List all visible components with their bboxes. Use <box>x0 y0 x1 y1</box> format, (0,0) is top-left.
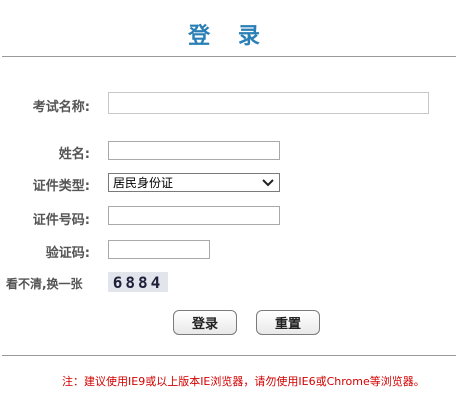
name-input[interactable] <box>108 141 280 160</box>
reset-button[interactable]: 重置 <box>256 310 320 335</box>
login-button[interactable]: 登录 <box>173 310 237 335</box>
bottom-divider <box>2 355 456 356</box>
id-number-label: 证件号码: <box>32 213 90 228</box>
chevron-down-icon <box>262 179 274 187</box>
captcha-image[interactable]: 6884 <box>108 272 168 292</box>
top-divider <box>2 56 456 57</box>
id-type-select[interactable]: 居民身份证 <box>108 173 280 192</box>
exam-name-label: 考试名称: <box>32 100 90 115</box>
exam-name-input[interactable] <box>108 92 429 114</box>
page-title: 登 录 <box>188 24 270 49</box>
browser-note: 注：建议使用IE9或以上版本IE浏览器，请勿使用IE6或Chrome等浏览器。 <box>62 375 425 388</box>
id-number-input[interactable] <box>108 206 280 225</box>
name-label: 姓名: <box>58 147 90 162</box>
id-type-label: 证件类型: <box>32 179 90 194</box>
verify-code-input[interactable] <box>108 240 210 259</box>
verify-code-label: 验证码: <box>45 246 90 261</box>
refresh-captcha-link[interactable]: 看不清,换一张 <box>6 275 83 292</box>
id-type-selected: 居民身份证 <box>113 176 174 190</box>
